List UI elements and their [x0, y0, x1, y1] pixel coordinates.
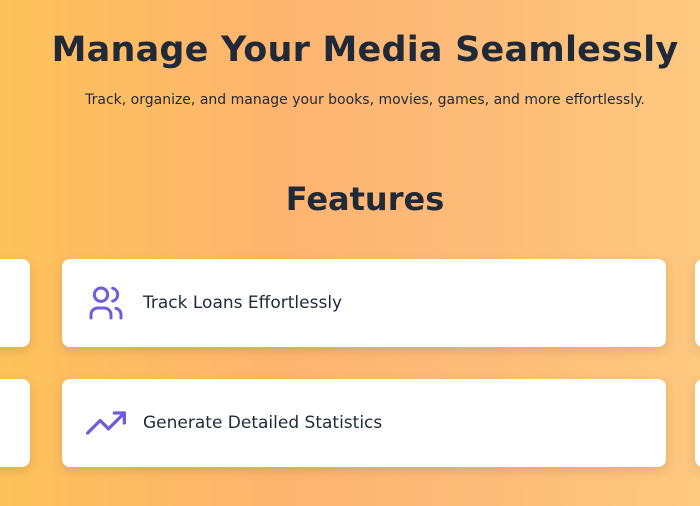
- feature-card-partial-left: [0, 259, 30, 347]
- users-icon: [86, 283, 126, 323]
- feature-label: Generate Detailed Statistics: [143, 413, 383, 433]
- feature-card-partial-right: [695, 379, 700, 467]
- feature-card-partial-left: [0, 379, 30, 467]
- trending-up-icon: [86, 403, 126, 443]
- hero-title: Manage Your Media Seamlessly: [51, 30, 679, 70]
- hero-subtitle: Track, organize, and manage your books, …: [85, 92, 645, 108]
- features-heading: Features: [285, 180, 445, 218]
- feature-card-partial-right: [695, 259, 700, 347]
- feature-card-track-loans: Track Loans Effortlessly: [62, 259, 666, 347]
- feature-card-statistics: Generate Detailed Statistics: [62, 379, 666, 467]
- feature-label: Track Loans Effortlessly: [143, 293, 343, 313]
